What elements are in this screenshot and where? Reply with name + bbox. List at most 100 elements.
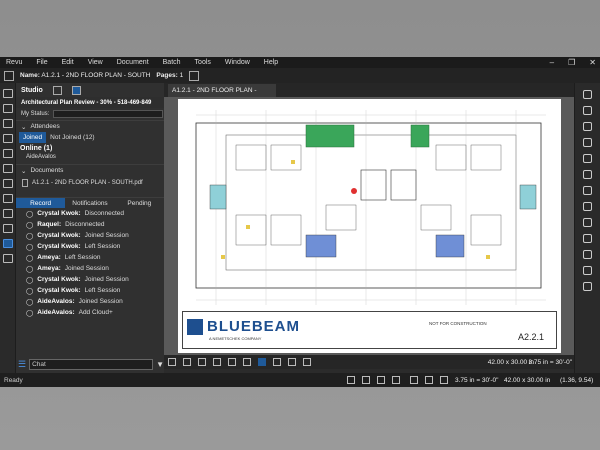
document-icon[interactable] [4,70,14,81]
grid-icon[interactable] [347,376,355,384]
select-text-icon[interactable] [288,358,296,366]
user-icon: ◯ [26,254,34,262]
image-icon[interactable] [583,202,592,211]
status-scale[interactable]: 3.75 in = 30'-0" [455,377,498,384]
list-item[interactable]: ◯ Crystal Kwok: Left Session [16,241,164,252]
rectangle-icon[interactable] [583,266,592,275]
status-dropdown[interactable] [53,110,164,118]
list-item[interactable]: ◯ Ameya: Joined Session [16,263,164,274]
pen-icon[interactable] [583,90,592,99]
menu-batch[interactable]: Batch [163,59,181,66]
arrow-icon[interactable] [583,234,592,243]
documents-header[interactable]: ⌄ Documents [16,164,164,176]
measure-icon[interactable] [3,179,13,188]
menu-document[interactable]: Document [117,59,149,66]
display-icon[interactable] [440,376,448,384]
menu-file[interactable]: File [36,59,47,66]
note-icon[interactable] [583,170,592,179]
eraser-icon[interactable] [583,122,592,131]
online-user[interactable]: AideAvalos [16,154,164,164]
navigation-bar: 42.00 x 30.00 in 3.75 in = 30'-0" [164,355,574,369]
chevron-down-icon: ⌄ [21,123,27,131]
drawing-sheet: BLUEBEAM A NEMETSCHEK COMPANY NOT FOR CO… [178,99,561,353]
list-item[interactable]: ◯ Crystal Kwok: Joined Session [16,274,164,285]
list-icon[interactable]: ☰ [18,359,26,370]
polyline-icon[interactable] [583,250,592,259]
callout-icon[interactable] [583,154,592,163]
reuse-icon[interactable] [377,376,385,384]
properties-icon[interactable] [3,134,13,143]
list-item[interactable]: ◯ Ameya: Left Session [16,252,164,263]
filter-icon[interactable]: ▼ [156,360,164,369]
highlighter-icon[interactable] [583,106,592,115]
select-icon[interactable] [273,358,281,366]
sync-icon[interactable] [392,376,400,384]
markups-icon[interactable] [3,149,13,158]
session-document[interactable]: A1.2.1 - 2ND FLOOR PLAN - SOUTH.pdf [16,176,164,189]
split-horizontal-icon[interactable] [198,358,206,366]
fit-width-icon[interactable] [228,358,236,366]
pan-icon[interactable] [258,358,266,366]
thumbnails-icon[interactable] [3,89,13,98]
tab-not-joined[interactable]: Not Joined (12) [46,132,98,143]
single-page-icon[interactable] [168,358,176,366]
bluebeam-logo: BLUEBEAM A NEMETSCHEK COMPANY [187,318,300,341]
sessions-icon[interactable] [52,85,62,95]
menu-window[interactable]: Window [225,59,250,66]
list-item[interactable]: ◯ Raquel: Disconnected [16,219,164,230]
close-icon[interactable]: ✕ [589,58,596,67]
chat-input[interactable]: Chat [29,358,154,370]
list-item[interactable]: ◯ Crystal Kwok: Left Session [16,285,164,296]
list-item[interactable]: ◯ AideAvalos: Joined Session [16,296,164,307]
list-item[interactable]: ◯ AideAvalos: Add Cloud+ [16,307,164,318]
user-icon: ◯ [26,210,34,218]
minimize-icon[interactable]: – [550,58,554,67]
text-box-icon[interactable] [583,138,592,147]
menu-help[interactable]: Help [264,59,278,66]
list-item[interactable]: ◯ Crystal Kwok: Disconnected [16,208,164,219]
restore-icon[interactable]: ❐ [568,58,575,67]
page-dimensions: 42.00 x 30.00 in [487,358,534,366]
search-icon[interactable] [3,224,13,233]
line-icon[interactable] [583,218,592,227]
floor-plan-drawing [195,110,546,305]
document-canvas[interactable]: BLUEBEAM A NEMETSCHEK COMPANY NOT FOR CO… [164,97,574,355]
list-item[interactable]: ◯ Crystal Kwok: Joined Session [16,230,164,241]
split-vertical-icon[interactable] [183,358,191,366]
tab-document[interactable]: A1.2.1 - 2ND FLOOR PLAN - SOUTH ✕ [168,84,276,107]
file-access-icon[interactable] [3,164,13,173]
page-scale[interactable]: 3.75 in = 30'-0" [529,359,572,366]
menu-tools[interactable]: Tools [195,59,211,66]
tab-pending[interactable]: Pending [115,198,164,208]
zoom-icon[interactable] [303,358,311,366]
user-icon: ◯ [26,243,34,251]
document-properties-bar: Name: A1.2.1 - 2ND FLOOR PLAN - SOUTH Pa… [0,68,600,83]
tab-notifications[interactable]: Notifications [65,198,114,208]
tab-record[interactable]: Record [16,198,66,208]
layers-icon[interactable] [3,119,13,128]
session-monitor-icon[interactable] [71,85,81,95]
settings-icon[interactable] [3,254,13,263]
user-icon: ◯ [26,309,34,317]
studio-icon[interactable] [3,239,13,248]
menu-edit[interactable]: Edit [62,59,74,66]
stamp-icon[interactable] [583,186,592,195]
signatures-icon[interactable] [3,209,13,218]
ellipse-icon[interactable] [583,282,592,291]
snapshot-icon[interactable] [243,358,251,366]
fit-page-icon[interactable] [213,358,221,366]
status-bar: Ready 3.75 in = 30'-0" 42.00 x 30.00 in … [0,373,600,387]
menu-view[interactable]: View [88,59,103,66]
sets-icon[interactable] [3,194,13,203]
menu-revu[interactable]: Revu [6,59,22,66]
pen-icon[interactable] [410,376,418,384]
bookmarks-icon[interactable] [3,104,13,113]
tab-joined[interactable]: Joined [19,132,47,143]
right-toolbar [574,83,600,373]
record-list: ◯ Crystal Kwok: Disconnected ◯ Raquel: Disco… [16,208,164,318]
attendees-header[interactable]: ⌄ Attendees [16,120,164,132]
page-icon[interactable] [189,70,200,81]
fill-icon[interactable] [425,376,433,384]
snap-icon[interactable] [362,376,370,384]
status-ready: Ready [4,376,23,384]
